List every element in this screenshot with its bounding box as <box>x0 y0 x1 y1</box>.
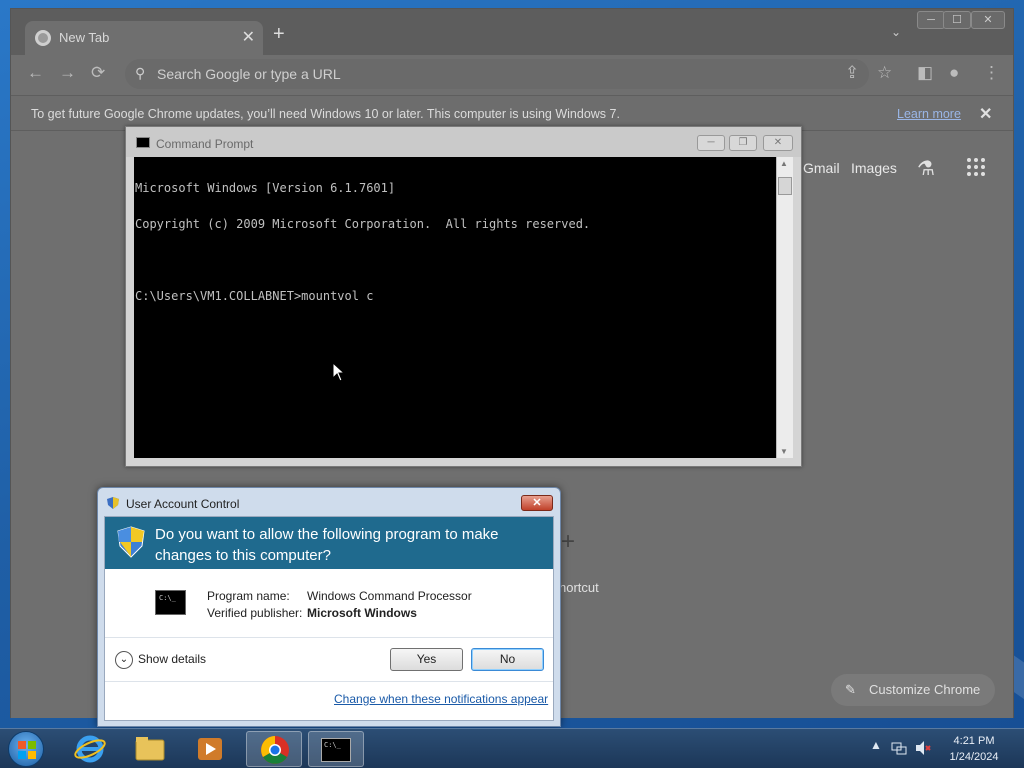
divider <box>105 681 553 682</box>
program-name-row: Program name: Windows Command Processor <box>207 589 472 603</box>
cmd-scrollbar[interactable]: ▲ ▼ <box>776 157 793 458</box>
images-link[interactable]: Images <box>851 160 897 176</box>
add-shortcut-icon[interactable]: + <box>561 528 575 556</box>
uac-close-button[interactable]: ✕ <box>521 495 553 511</box>
chrome-menu-icon[interactable]: ⋮ <box>983 63 1000 83</box>
mouse-pointer-icon <box>332 362 346 382</box>
learn-more-link[interactable]: Learn more <box>897 107 961 121</box>
customize-chrome-label: Customize Chrome <box>869 682 981 697</box>
bookmark-star-icon[interactable]: ☆ <box>877 63 892 83</box>
uac-shield-icon <box>107 497 119 509</box>
publisher-row: Verified publisher: Microsoft Windows <box>207 606 417 620</box>
program-name-label: Program name: <box>207 589 290 603</box>
show-details-toggle[interactable]: ⌄ Show details <box>115 651 206 669</box>
infobar-close-icon[interactable]: ✕ <box>979 104 992 124</box>
share-icon[interactable]: ⇪ <box>845 63 859 83</box>
system-clock[interactable]: 4:21 PM 1/24/2024 <box>938 733 1010 765</box>
taskbar-file-explorer[interactable] <box>122 731 178 767</box>
labs-flask-icon[interactable]: ⚗ <box>917 156 935 181</box>
cmd-taskbar-icon: C:\_ <box>321 738 351 762</box>
tab-new-tab[interactable]: New Tab ✕ <box>25 21 263 55</box>
chevron-down-icon: ⌄ <box>115 651 133 669</box>
yes-button[interactable]: Yes <box>390 648 463 671</box>
cmd-close-button[interactable]: ✕ <box>763 135 793 151</box>
cmd-title: Command Prompt <box>156 137 254 151</box>
start-button[interactable] <box>8 731 44 767</box>
folder-icon <box>135 737 165 761</box>
pencil-icon: ✎ <box>845 682 856 697</box>
no-button[interactable]: No <box>471 648 544 671</box>
uac-question: Do you want to allow the following progr… <box>155 526 499 564</box>
scroll-thumb[interactable] <box>778 177 792 195</box>
infobar-message: To get future Google Chrome updates, you… <box>31 107 620 121</box>
customize-chrome-button[interactable]: ✎ Customize Chrome <box>831 674 995 706</box>
uac-dialog: User Account Control ✕ Do you want to al… <box>97 487 561 727</box>
taskbar-command-prompt[interactable]: C:\_ <box>308 731 364 767</box>
show-details-label: Show details <box>138 652 207 667</box>
window-maximize-button[interactable]: ☐ <box>943 11 971 29</box>
google-apps-icon[interactable] <box>967 158 985 176</box>
uac-large-shield-icon <box>117 526 145 558</box>
omnibox[interactable]: ⚲ Search Google or type a URL <box>125 59 869 89</box>
tab-strip: New Tab ✕ + ⌄ ─ ☐ ✕ <box>11 9 1013 55</box>
cmd-program-icon: C:\_ <box>155 590 186 615</box>
divider <box>105 637 553 638</box>
taskbar-media-player[interactable] <box>182 731 238 767</box>
cmd-maximize-button[interactable]: ❐ <box>729 135 757 151</box>
gmail-link[interactable]: Gmail <box>803 160 840 176</box>
window-minimize-button[interactable]: ─ <box>917 11 945 29</box>
new-tab-button[interactable]: + <box>273 23 285 46</box>
cmd-titlebar[interactable]: Command Prompt ─ ❐ ✕ <box>126 127 801 157</box>
internet-explorer-icon <box>74 735 106 763</box>
chrome-favicon-icon <box>35 30 51 46</box>
publisher-label: Verified publisher: <box>207 606 303 620</box>
window-close-button[interactable]: ✕ <box>971 11 1005 29</box>
media-player-icon <box>198 738 222 760</box>
tab-close-icon[interactable]: ✕ <box>242 27 255 47</box>
volume-muted-icon[interactable] <box>914 739 932 757</box>
console-line: C:\Users\VM1.COLLABNET>mountvol c <box>135 289 374 303</box>
console-line: Microsoft Windows [Version 6.1.7601] <box>135 181 396 195</box>
uac-content: Do you want to allow the following progr… <box>104 516 554 721</box>
show-hidden-icons-arrow[interactable]: ▲ <box>870 738 882 752</box>
scroll-up-icon[interactable]: ▲ <box>780 159 788 168</box>
cmd-window-icon <box>136 137 150 148</box>
uac-titlebar[interactable]: User Account Control ✕ <box>98 488 560 516</box>
profile-icon[interactable]: ● <box>949 63 959 83</box>
cmd-console[interactable]: Microsoft Windows [Version 6.1.7601] Cop… <box>134 157 776 458</box>
publisher-value: Microsoft Windows <box>307 606 417 620</box>
omnibox-placeholder: Search Google or type a URL <box>157 66 341 82</box>
program-name-value: Windows Command Processor <box>307 589 472 603</box>
clock-time: 4:21 PM <box>953 735 995 747</box>
chrome-toolbar: ← → ⟳ ⚲ Search Google or type a URL ⇪ ☆ … <box>11 55 1013 93</box>
tab-title: New Tab <box>59 30 110 45</box>
command-prompt-window: Command Prompt ─ ❐ ✕ Microsoft Windows [… <box>125 126 802 467</box>
tab-search-dropdown-icon[interactable]: ⌄ <box>891 25 901 39</box>
uac-title: User Account Control <box>126 497 240 511</box>
scroll-down-icon[interactable]: ▼ <box>780 447 788 456</box>
windows-logo-icon <box>18 741 36 759</box>
chrome-icon <box>261 736 289 764</box>
uac-header: Do you want to allow the following progr… <box>105 517 553 569</box>
back-icon[interactable]: ← <box>27 63 44 83</box>
side-panel-icon[interactable]: ◧ <box>917 63 933 83</box>
taskbar-chrome[interactable] <box>246 731 302 767</box>
change-notifications-link[interactable]: Change when these notifications appear <box>334 692 548 706</box>
console-line: Copyright (c) 2009 Microsoft Corporation… <box>135 217 591 231</box>
forward-icon[interactable]: → <box>59 63 76 83</box>
reload-icon[interactable]: ⟳ <box>91 63 105 83</box>
search-icon: ⚲ <box>135 65 146 81</box>
add-shortcut-label: hortcut <box>559 580 599 595</box>
network-icon[interactable] <box>890 739 908 757</box>
taskbar-internet-explorer[interactable] <box>62 731 118 767</box>
clock-date: 1/24/2024 <box>949 751 999 763</box>
taskbar: C:\_ ▲ 4:21 PM 1/24/2024 <box>0 728 1024 768</box>
cmd-minimize-button[interactable]: ─ <box>697 135 725 151</box>
